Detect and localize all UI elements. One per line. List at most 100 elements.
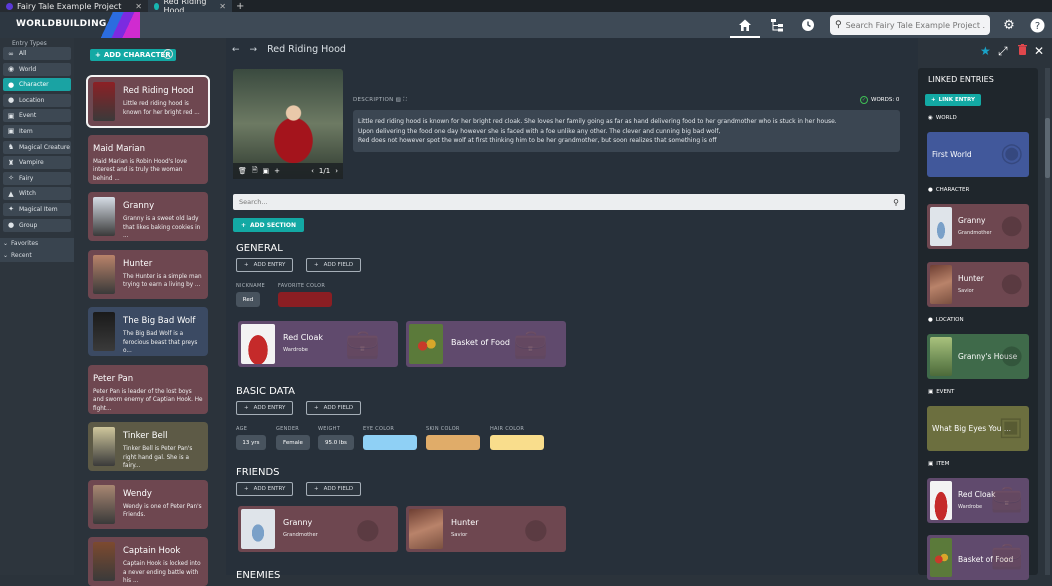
character-card-name: Granny [123, 201, 155, 211]
bag-icon: 💼 [990, 484, 1023, 514]
plus-icon: + [314, 405, 319, 411]
add-section-label: ADD SECTION [250, 221, 296, 229]
character-card-red-riding-hood[interactable]: Red Riding Hood Little red riding hood is… [86, 75, 210, 128]
description-line: Red does not however spot the wolf at fi… [358, 137, 717, 144]
expand-icon[interactable]: ⤢ [998, 44, 1008, 59]
hair-color-swatch[interactable] [490, 435, 544, 450]
section-title-general: GENERAL [236, 243, 283, 254]
linked-card-grannys-house[interactable]: Granny's House ● [927, 334, 1029, 379]
add-file-icon[interactable]: 🗎 [252, 166, 258, 177]
description-text[interactable]: Little red riding hood is known for her … [353, 110, 900, 152]
linked-card-basket-of-food[interactable]: Basket of Food 💼 [406, 321, 566, 367]
sidebar-item-vampire[interactable]: ♜ Vampire [3, 156, 71, 170]
sidebar-item-world[interactable]: ◉ World [3, 62, 71, 76]
add-field-label: ADD FIELD [323, 262, 354, 268]
linked-card-red-cloak[interactable]: Red Cloak Wardrobe 💼 [238, 321, 398, 367]
age-field[interactable]: 13 yrs [236, 435, 266, 450]
sidebar-item-event[interactable]: ▣ Event [3, 109, 71, 123]
chevron-right-icon[interactable]: › [335, 167, 338, 175]
favorites-section[interactable]: ⌄ Favorites [0, 237, 74, 250]
linked-card-what-big-eyes[interactable]: What Big Eyes You ... ▣ [927, 406, 1029, 451]
character-card-maid-marian[interactable]: Maid Marian Maid Marian is Robin Hood's l… [88, 134, 208, 184]
home-icon[interactable] [730, 16, 760, 38]
character-card-the-big-bad-wolf[interactable]: The Big Bad Wolf The Big Bad Wolf is a fe… [88, 307, 208, 356]
scrollbar-thumb[interactable] [1045, 118, 1050, 178]
global-search-field[interactable]: ⚲ [830, 15, 990, 35]
add-entry-button[interactable]: + ADD ENTRY [236, 401, 294, 415]
skin-color-swatch[interactable] [426, 435, 480, 450]
hierarchy-icon[interactable] [768, 16, 786, 34]
chevron-left-icon[interactable]: ‹ [311, 167, 314, 175]
description-line: Little red riding hood is known for her … [358, 118, 837, 125]
sidebar-item-witch[interactable]: ▲ Witch [3, 187, 71, 201]
add-image-icon[interactable]: ▣ [263, 167, 270, 175]
linked-card-granny[interactable]: Granny Grandmother ● [927, 204, 1029, 249]
group-label: EVENT [936, 389, 955, 395]
group-icon: ● [7, 221, 15, 230]
add-field-button[interactable]: + ADD FIELD [306, 401, 362, 415]
sidebar-item-character[interactable]: ● Character [3, 78, 71, 92]
check-icon: ✓ [860, 96, 868, 104]
sidebar-item-magical-creature[interactable]: ♞ Magical Creature [3, 140, 71, 154]
character-card-granny[interactable]: Granny Granny is a sweet old lady that li… [88, 192, 208, 241]
linked-card-granny[interactable]: Granny Grandmother ● [238, 506, 398, 552]
character-card-wendy[interactable]: Wendy Wendy is one of Peter Pan's Friends… [88, 479, 208, 529]
character-card-peter-pan[interactable]: Peter Pan Peter Pan is leader of the lost… [88, 364, 208, 414]
back-arrow-icon[interactable]: ← [232, 45, 240, 55]
character-card-tinker-bell[interactable]: Tinker Bell Tinker Bell is Peter Pan's ri… [88, 422, 208, 471]
add-section-button[interactable]: + ADD SECTION [233, 218, 304, 232]
close-tab-icon[interactable]: ✕ [219, 2, 226, 11]
entry-search-input[interactable] [239, 198, 894, 206]
new-tab-button[interactable]: + [232, 1, 248, 12]
info-icon[interactable]: i [163, 49, 173, 59]
person-icon: ● [1000, 210, 1023, 240]
linked-card-first-world[interactable]: First World ◉ [927, 132, 1029, 177]
section-title-basic-data: BASIC DATA [236, 386, 295, 397]
add-field-button[interactable]: + ADD FIELD [306, 258, 362, 272]
character-thumbnail [93, 254, 115, 294]
gender-field[interactable]: Female [276, 435, 310, 450]
entry-search-field[interactable]: ⚲ [233, 194, 905, 210]
nickname-field[interactable]: Red [236, 292, 260, 307]
help-icon[interactable]: ? [1028, 16, 1046, 34]
weight-field[interactable]: 95.0 lbs [318, 435, 354, 450]
forward-arrow-icon[interactable]: → [250, 45, 258, 55]
gear-icon[interactable]: ⚙ [1000, 16, 1018, 34]
sidebar-item-all[interactable]: ∞ All [3, 47, 71, 60]
link-entry-button[interactable]: + LINK ENTRY [925, 94, 981, 106]
linked-card-basket-of-food[interactable]: Basket of Food 💼 [927, 535, 1029, 580]
person-icon: ● [1000, 268, 1023, 298]
sidebar-item-fairy[interactable]: ✧ Fairy [3, 171, 71, 185]
add-entry-button[interactable]: + ADD ENTRY [236, 258, 294, 272]
recent-section[interactable]: ⌄ Recent [0, 249, 74, 262]
favorite-star-icon[interactable]: ★ [980, 44, 991, 58]
close-tab-icon[interactable]: ✕ [135, 2, 142, 11]
tab-project[interactable]: Fairy Tale Example Project ✕ [0, 0, 148, 12]
fairy-icon: ✧ [8, 174, 14, 183]
lock-icon[interactable]: ▨ [396, 97, 402, 103]
character-card-captain-hook[interactable]: Captain Hook Captain Hook is locked into … [88, 537, 208, 586]
tab-red-riding-hood[interactable]: Red Riding Hood ✕ [148, 0, 232, 15]
linked-entries-title: LINKED ENTRIES [928, 75, 994, 84]
trash-icon[interactable]: 🗑 [238, 167, 247, 175]
linked-card-hunter[interactable]: Hunter Savior ● [406, 506, 566, 552]
sidebar-item-location[interactable]: ● Location [3, 93, 71, 107]
expand-small-icon[interactable]: ⛶ [403, 97, 407, 103]
witch-icon: ▲ [8, 189, 14, 198]
plus-icon[interactable]: + [274, 167, 280, 175]
close-icon[interactable]: ✕ [1034, 44, 1044, 58]
eye-color-swatch[interactable] [363, 435, 417, 450]
linked-entries-scrollbar[interactable] [1045, 68, 1050, 575]
favorite-color-swatch[interactable] [278, 292, 332, 307]
character-card-hunter[interactable]: Hunter The Hunter is a simple man trying … [88, 249, 208, 299]
global-search-input[interactable] [845, 20, 985, 30]
add-entry-button[interactable]: + ADD ENTRY [236, 482, 294, 496]
add-field-button[interactable]: + ADD FIELD [306, 482, 362, 496]
linked-card-red-cloak[interactable]: Red Cloak Wardrobe 💼 [927, 478, 1029, 523]
sidebar-item-item[interactable]: ▣ Item [3, 124, 71, 138]
sidebar-item-magical-item[interactable]: ✦ Magical Item [3, 202, 71, 216]
delete-icon[interactable] [1018, 44, 1027, 58]
linked-card-hunter[interactable]: Hunter Savior ● [927, 262, 1029, 307]
clock-icon[interactable] [799, 16, 817, 34]
sidebar-item-group[interactable]: ● Group [3, 218, 71, 232]
